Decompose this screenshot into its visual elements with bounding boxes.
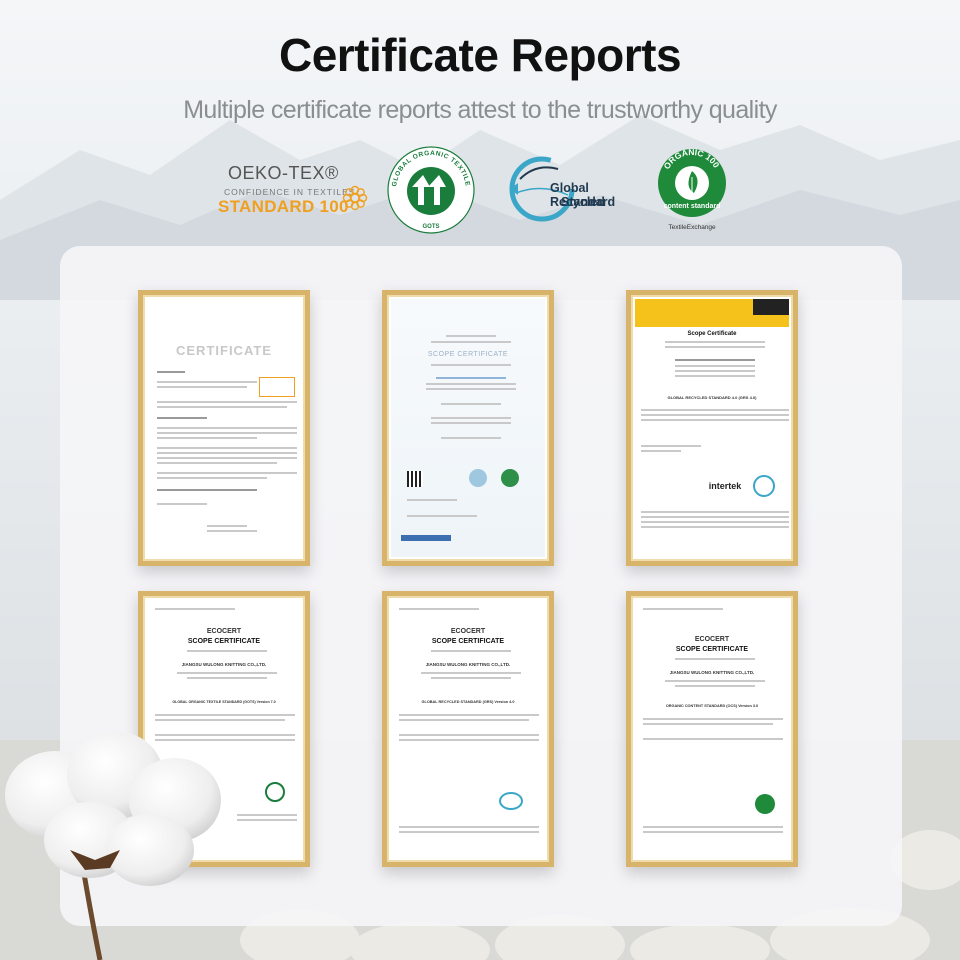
oeko-tex-standard: STANDARD 100 — [218, 197, 349, 216]
certificate-brand: ECOCERT — [694, 636, 730, 643]
oeko-tex-logo: OEKO-TEX® CONFIDENCE IN TEXTILES STANDAR… — [216, 163, 376, 227]
ocs-textile-exchange: TextileExchange — [668, 224, 716, 231]
certificate-company: JIANGSU WULONG KNITTING CO.,LTD. — [669, 670, 755, 675]
grs-name-line2: Standard — [561, 195, 616, 209]
gots-logo: GLOBAL ORGANIC TEXTILE STANDARD GOTS — [386, 145, 475, 234]
ocs-logo: ORGANIC 100 content standard TextileExch… — [658, 147, 726, 231]
certificate-card[interactable]: ECOCERT SCOPE CERTIFICATE JIANGSU WULONG… — [382, 591, 554, 867]
certificate-standard: ORGANIC CONTENT STANDARD (OCS) Version 3… — [665, 704, 759, 708]
oeko-tex-flower-icon — [342, 185, 368, 211]
certificate-standard: GLOBAL RECYCLED STANDARD (GRS) Version 4… — [421, 700, 515, 704]
certificate-heading: SCOPE CERTIFICATE — [187, 638, 261, 645]
certificate-brand: intertek — [708, 481, 742, 491]
certification-logos: OEKO-TEX® CONFIDENCE IN TEXTILES STANDAR… — [0, 145, 960, 235]
certificate-heading: SCOPE CERTIFICATE — [427, 351, 509, 358]
certificate-card[interactable]: CERTIFICATE — [138, 290, 310, 566]
certificate-card[interactable]: ECOCERT SCOPE CERTIFICATE JIANGSU WULONG… — [626, 591, 798, 867]
certificate-heading: SCOPE CERTIFICATE — [675, 646, 749, 653]
page-title: Certificate Reports — [278, 29, 682, 81]
certificate-standard: GLOBAL RECYCLED STANDARD 4.0 (GRS 4.0) — [667, 395, 757, 400]
certificate-heading: Scope Certificate — [687, 331, 737, 337]
certificate-brand: ECOCERT — [450, 628, 486, 635]
certificate-company: JIANGSU WULONG KNITTING CO.,LTD. — [425, 662, 511, 667]
ocs-content-standard: content standard — [664, 203, 721, 210]
certificate-brand: ECOCERT — [206, 628, 242, 635]
oeko-tex-name: OEKO-TEX® — [228, 163, 339, 183]
grs-logo: Global Recycled Standard — [506, 153, 636, 229]
cotton-boll-image — [5, 731, 221, 960]
certificate-card[interactable]: SCOPE CERTIFICATE — [382, 290, 554, 566]
certificate-heading: CERTIFICATE — [176, 343, 272, 358]
page-subtitle: Multiple certificate reports attest to t… — [183, 96, 777, 124]
certificate-company: JIANGSU WULONG KNITTING CO.,LTD. — [181, 662, 267, 667]
gots-bottom-text: GOTS — [422, 224, 439, 230]
certificate-card[interactable]: Scope Certificate GLOBAL RECYCLED STANDA… — [626, 290, 798, 566]
certificate-heading: SCOPE CERTIFICATE — [431, 638, 505, 645]
oeko-tex-tagline: CONFIDENCE IN TEXTILES — [224, 187, 356, 197]
